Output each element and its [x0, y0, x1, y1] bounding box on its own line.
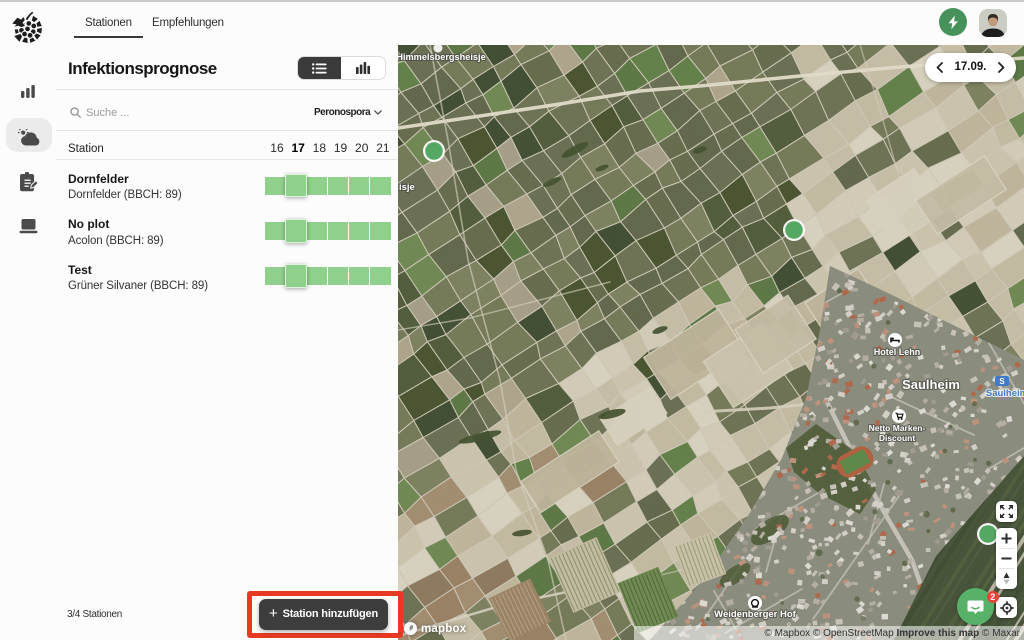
svg-text:Hotel Lehn: Hotel Lehn — [874, 347, 921, 357]
svg-text:Discount: Discount — [879, 433, 916, 443]
svg-text:S: S — [999, 377, 1005, 386]
svg-text:Himmelsbergsheisje: Himmelsbergsheisje — [398, 52, 486, 62]
svg-text:Saulheim: Saulheim — [902, 377, 960, 392]
svg-text:Weidenberger Hof: Weidenberger Hof — [714, 609, 796, 620]
svg-text:isje: isje — [399, 182, 415, 193]
svg-text:Netto Marken-: Netto Marken- — [869, 423, 926, 433]
svg-text:Saulheim: Saulheim — [986, 388, 1024, 399]
